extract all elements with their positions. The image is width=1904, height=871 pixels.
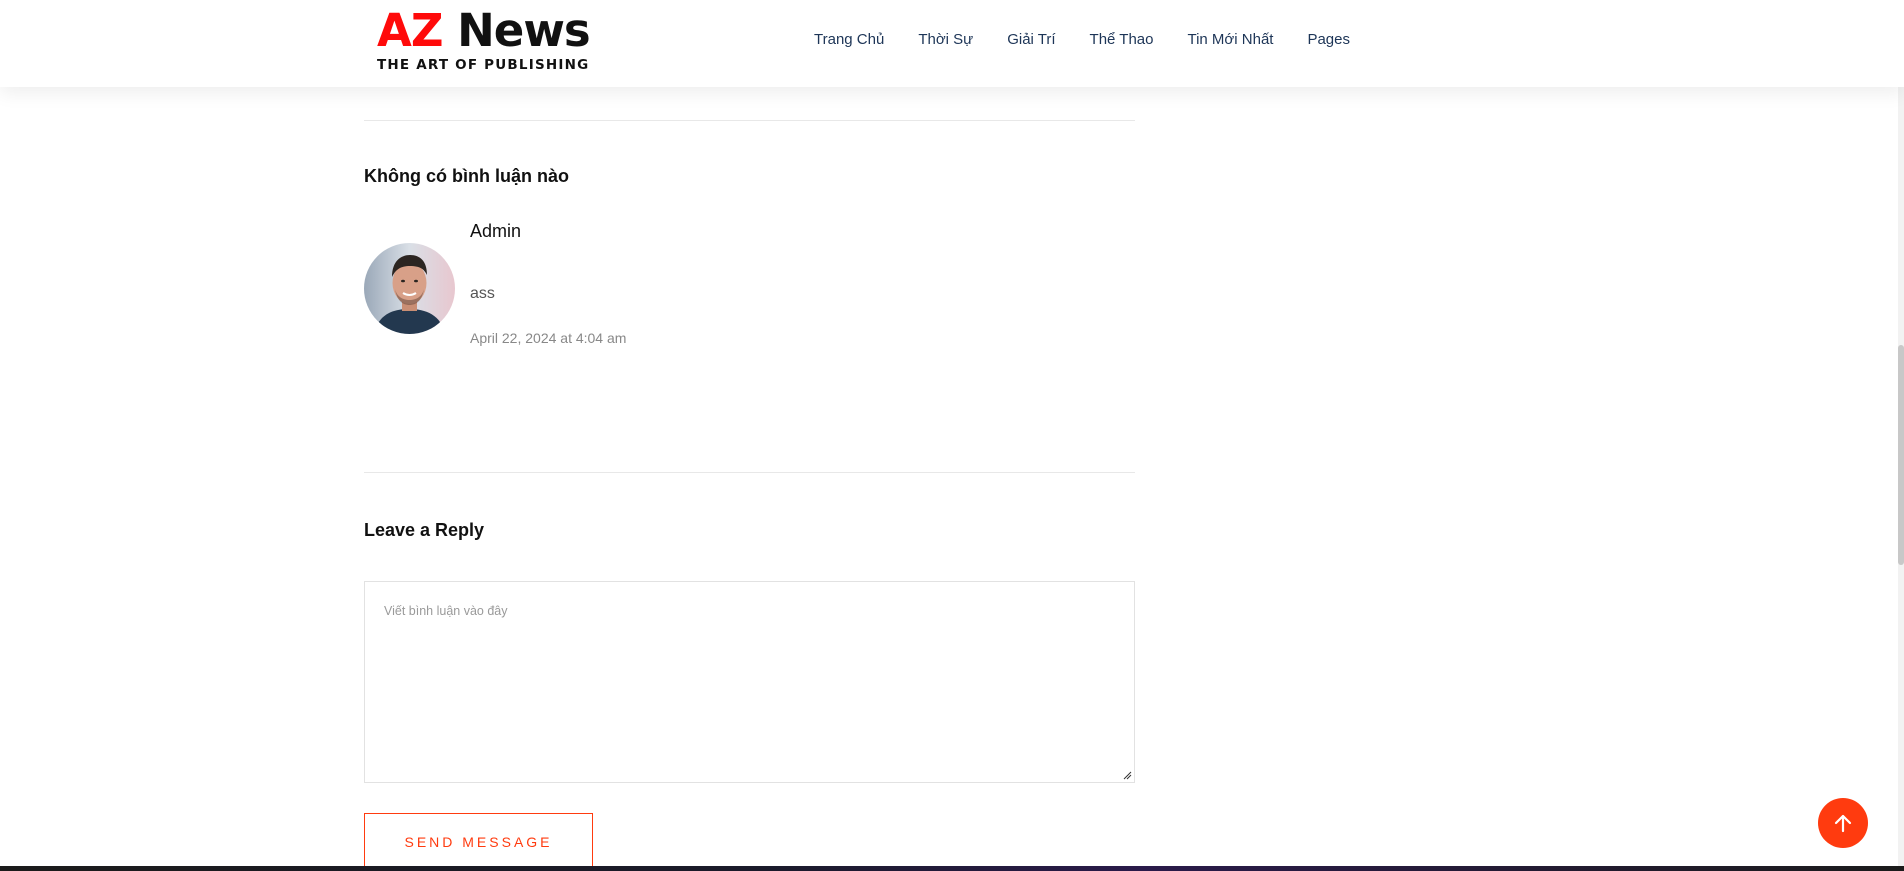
main-nav: Trang Chủ Thời Sự Giải Trí Thể Thao Tin …	[814, 31, 1350, 48]
comment-text: ass	[470, 285, 495, 302]
avatar-image	[364, 243, 455, 334]
nav-item-thoi-su[interactable]: Thời Sự	[918, 31, 973, 48]
nav-item-the-thao[interactable]: Thể Thao	[1090, 31, 1154, 48]
comment-textarea[interactable]: Viết bình luận vào đây	[364, 581, 1135, 783]
nav-item-trang-chu[interactable]: Trang Chủ	[814, 31, 884, 48]
scrollbar-track[interactable]	[1898, 0, 1904, 871]
scroll-to-top-button[interactable]	[1818, 798, 1868, 848]
logo-tagline: THE ART OF PUBLISHING	[377, 57, 590, 73]
nav-item-giai-tri[interactable]: Giải Trí	[1007, 31, 1055, 48]
footer-strip	[0, 866, 1904, 871]
resize-handle-icon[interactable]	[1122, 770, 1132, 780]
comment-author: Admin	[470, 221, 522, 241]
reply-title: Leave a Reply	[364, 520, 485, 540]
nav-item-pages[interactable]: Pages	[1307, 31, 1350, 48]
comments-title: Không có bình luận nào	[364, 166, 569, 186]
page: AZ News THE ART OF PUBLISHING Trang Chủ …	[0, 0, 1904, 871]
logo-news: News	[442, 4, 591, 57]
site-header: AZ News THE ART OF PUBLISHING Trang Chủ …	[0, 0, 1904, 87]
comment-date: April 22, 2024 at 4:04 am	[470, 330, 627, 346]
arrow-up-icon	[1834, 814, 1852, 833]
site-logo[interactable]: AZ News THE ART OF PUBLISHING	[377, 8, 591, 78]
nav-item-tin-moi-nhat[interactable]: Tin Mới Nhất	[1187, 31, 1273, 48]
logo-wordmark: AZ News	[377, 8, 591, 54]
textarea-placeholder: Viết bình luận vào đây	[384, 604, 508, 618]
comment-avatar	[364, 243, 455, 334]
divider-top	[364, 120, 1135, 121]
scrollbar-thumb[interactable]	[1898, 345, 1904, 565]
logo-az: AZ	[377, 4, 443, 57]
send-message-button[interactable]: SEND MESSAGE	[364, 813, 593, 871]
divider-middle	[364, 472, 1135, 473]
